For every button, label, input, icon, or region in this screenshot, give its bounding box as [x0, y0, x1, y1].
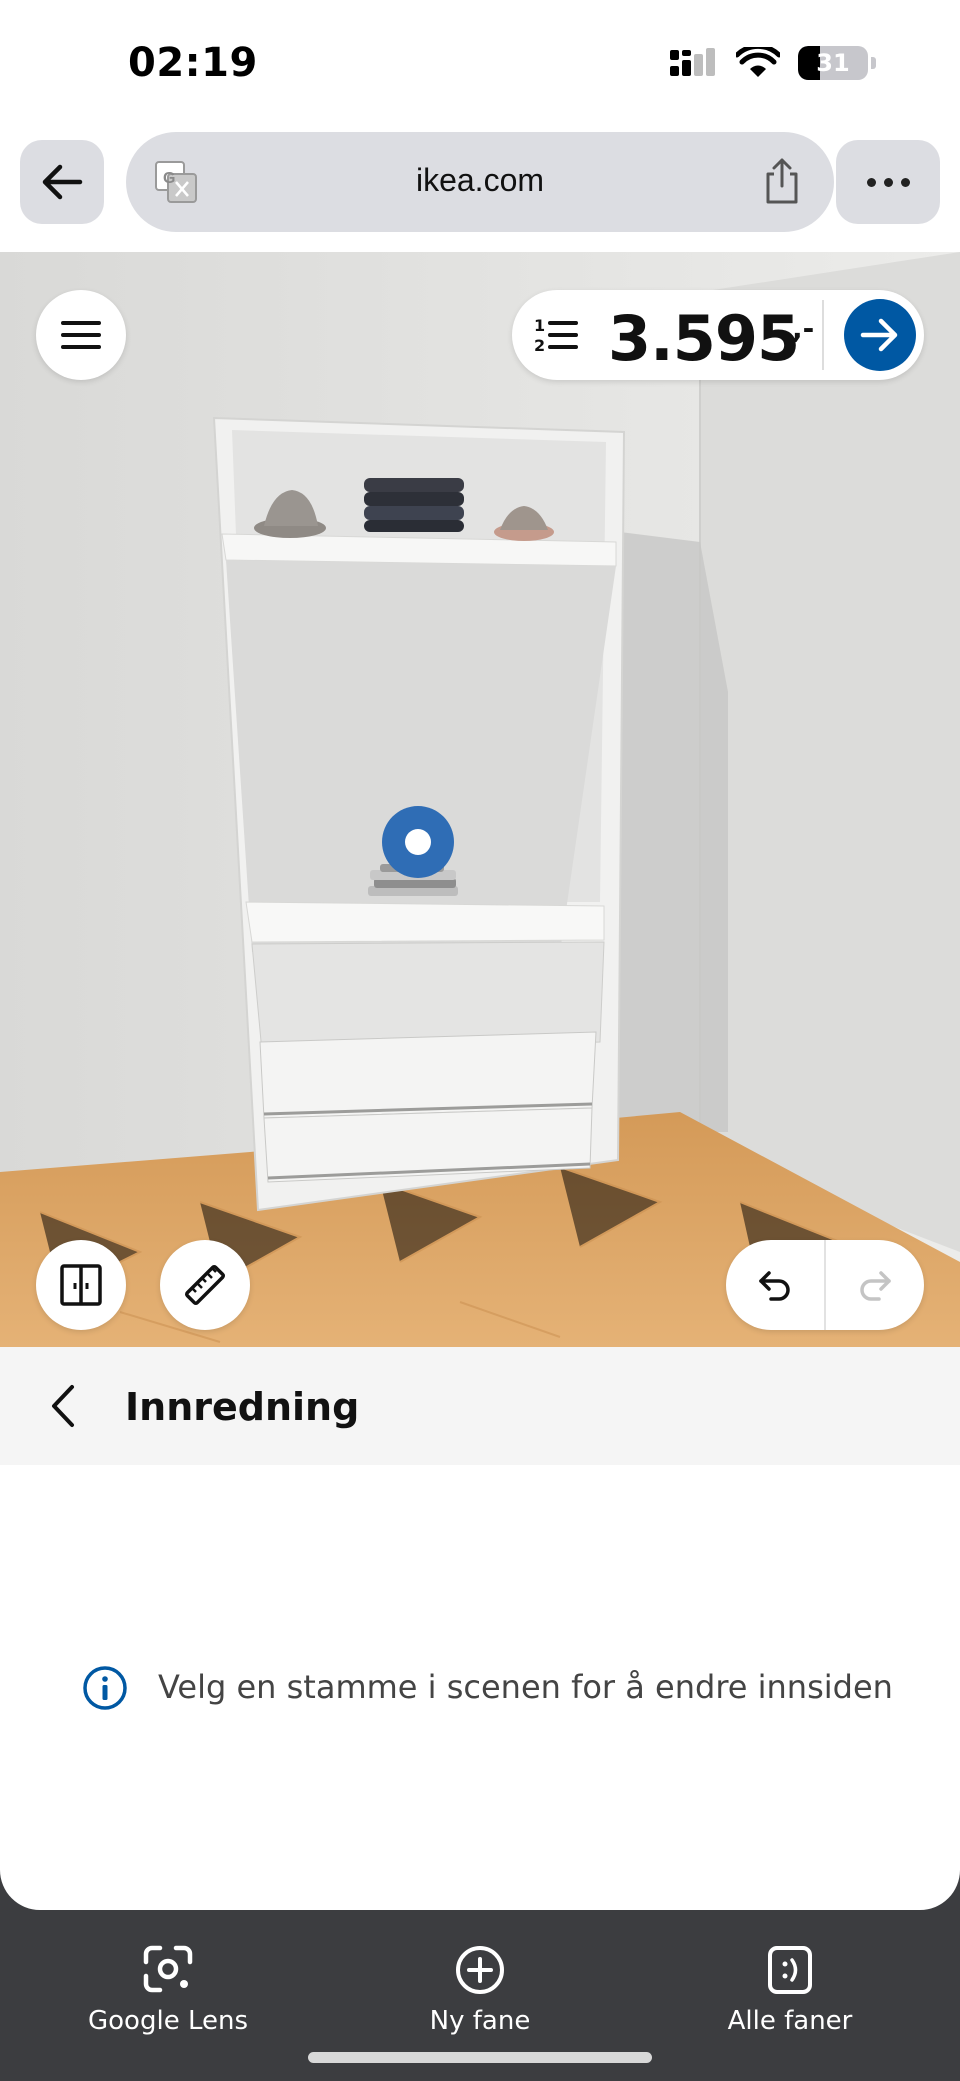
selection-hotspot[interactable] [382, 806, 454, 878]
arrow-left-icon [42, 164, 83, 200]
cellular-signal-icon [670, 48, 715, 76]
new-tab-label: Ny fane [429, 2006, 531, 2036]
battery-icon: 31 [798, 46, 868, 80]
more-horizontal-icon [866, 177, 876, 187]
panel-header: Innredning [0, 1347, 960, 1465]
battery-level: 31 [816, 49, 850, 77]
more-options-button[interactable] [836, 140, 940, 224]
browser-back-button[interactable] [20, 140, 104, 224]
home-indicator [308, 2052, 652, 2063]
redo-button[interactable] [826, 1240, 924, 1330]
numbered-list-icon: 1 2 [534, 316, 578, 355]
ruler-icon [184, 1264, 226, 1306]
undo-button[interactable] [726, 1240, 824, 1330]
status-time: 02:19 [128, 40, 258, 86]
undo-redo-controls [726, 1240, 924, 1330]
price-suffix: ,- [792, 312, 815, 345]
google-lens-label: Google Lens [88, 2006, 248, 2036]
redo-icon [860, 1271, 891, 1301]
wifi-icon [736, 47, 780, 77]
chevron-left-icon[interactable] [44, 1381, 84, 1431]
wardrobe-doors-icon [60, 1264, 102, 1306]
google-lens-button[interactable]: Google Lens [58, 1944, 278, 2036]
planner-3d-scene[interactable]: 1 2 3.595 ,- [0, 252, 960, 1347]
google-lens-icon [143, 1945, 193, 1993]
url-bar[interactable]: G ikea.com [126, 132, 834, 232]
wardrobe-render [0, 252, 960, 1347]
price-summary[interactable]: 1 2 3.595 ,- [512, 290, 924, 380]
panel-title: Innredning [125, 1385, 360, 1429]
price-value: 3.595 [608, 302, 800, 375]
svg-text:2: 2 [534, 336, 545, 355]
price-divider [822, 300, 824, 370]
menu-button[interactable] [36, 290, 126, 380]
go-to-cart-button[interactable] [844, 299, 916, 371]
status-bar: 02:19 31 [0, 0, 960, 130]
share-icon[interactable] [760, 156, 804, 206]
info-message: Velg en stamme i scenen for å endre inns… [158, 1668, 893, 1706]
browser-toolbar: G ikea.com [0, 130, 960, 252]
battery-cap [871, 57, 876, 69]
undo-icon [759, 1271, 790, 1301]
new-tab-button[interactable]: Ny fane [370, 1944, 590, 2036]
all-tabs-button[interactable]: Alle faner [680, 1944, 900, 2036]
doors-toggle-button[interactable] [36, 1240, 126, 1330]
info-icon [83, 1666, 127, 1710]
all-tabs-icon [768, 1946, 812, 1994]
panel-body: Velg en stamme i scenen for å endre inns… [0, 1465, 960, 1910]
arrow-right-icon [860, 318, 898, 352]
status-icons: 31 [670, 46, 876, 80]
url-text: ikea.com [415, 162, 545, 198]
new-tab-icon [456, 1946, 504, 1994]
all-tabs-label: Alle faner [727, 2006, 853, 2036]
measure-button[interactable] [160, 1240, 250, 1330]
svg-text:1: 1 [534, 316, 545, 335]
hamburger-menu-icon [61, 321, 101, 349]
